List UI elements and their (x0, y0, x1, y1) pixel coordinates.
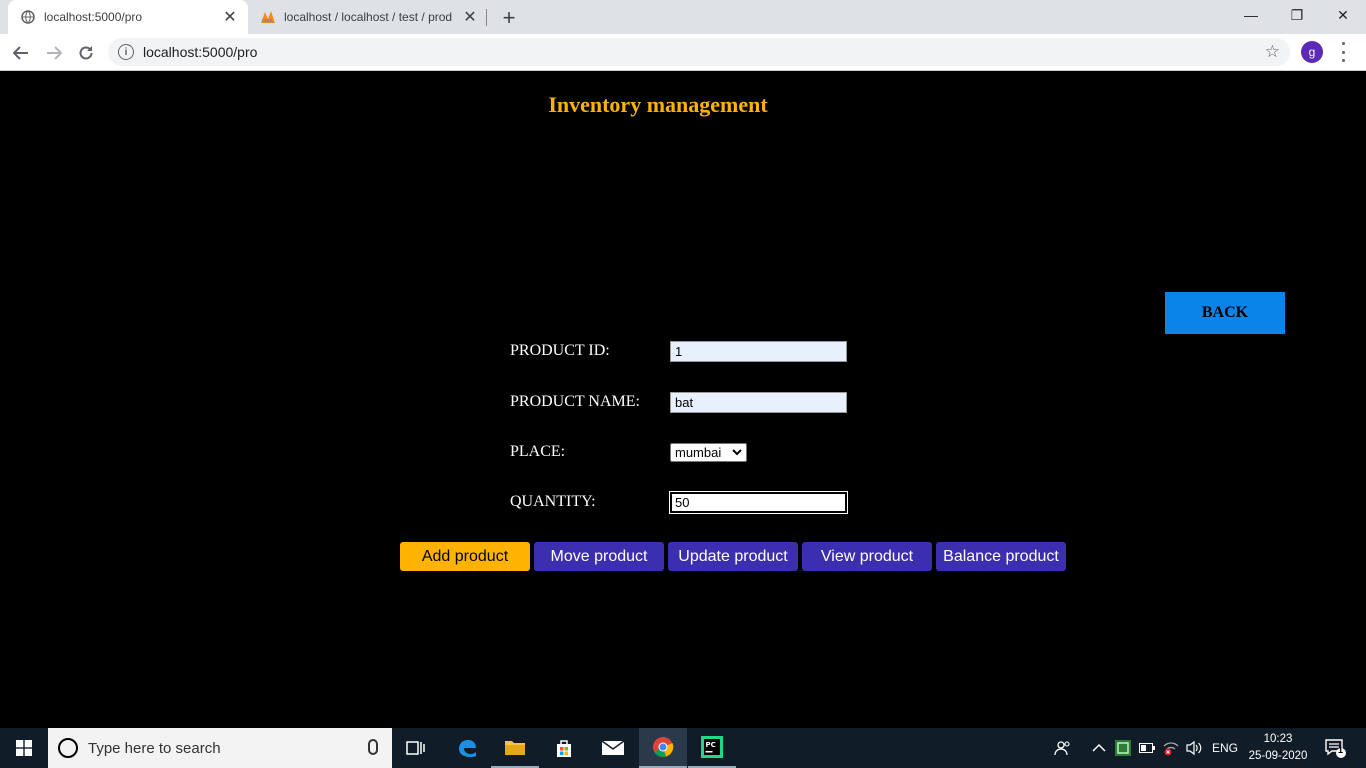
network-disconnected-icon[interactable] (1162, 728, 1180, 768)
mail-icon[interactable] (589, 728, 637, 768)
quantity-label: QUANTITY: (510, 493, 596, 510)
edge-icon[interactable] (443, 728, 491, 768)
clock[interactable]: 10:23 25-09-2020 (1246, 731, 1310, 765)
forward-arrow-icon[interactable] (40, 39, 68, 67)
tab-strip: localhost:5000/pro ✕ PMA localhost / loc… (0, 0, 1366, 34)
svg-text:PC: PC (706, 741, 716, 749)
battery-icon[interactable] (1139, 728, 1155, 768)
chevron-down-icon (732, 446, 742, 461)
close-window-icon[interactable]: ✕ (1320, 0, 1366, 30)
taskbar-search-input[interactable]: Type here to search (48, 728, 392, 768)
place-selected-value: mumbai (675, 445, 722, 460)
product-name-label: PRODUCT NAME: (510, 393, 640, 410)
back-button[interactable]: BACK (1165, 292, 1285, 334)
language-indicator[interactable]: ENG (1212, 728, 1238, 768)
tab-close-icon[interactable]: ✕ (220, 7, 240, 27)
product-id-input[interactable]: 1 (670, 341, 847, 362)
microphone-icon[interactable] (368, 739, 378, 755)
restore-icon[interactable]: ❐ (1274, 0, 1320, 30)
task-view-icon[interactable] (392, 728, 440, 768)
taskbar: Type here to search PC ENG 10:23 25-09-2… (0, 728, 1366, 768)
product-id-label: PRODUCT ID: (510, 342, 610, 359)
volume-icon[interactable] (1185, 728, 1203, 768)
tab-separator (486, 9, 487, 26)
profile-avatar[interactable]: g (1301, 41, 1323, 63)
phpmyadmin-icon: PMA (260, 9, 276, 25)
tab-phpmyadmin[interactable]: PMA localhost / localhost / test / prod … (248, 0, 488, 34)
info-icon[interactable]: i (118, 44, 134, 60)
svg-text:PMA: PMA (262, 19, 273, 24)
balance-product-button[interactable]: Balance product (936, 542, 1066, 571)
url-text: localhost:5000/pro (143, 44, 258, 60)
address-bar[interactable]: i localhost:5000/pro ☆ (108, 38, 1290, 66)
tab-localhost-pro[interactable]: localhost:5000/pro ✕ (8, 0, 248, 34)
chevron-up-icon[interactable] (1092, 728, 1106, 768)
globe-icon (20, 9, 36, 25)
pycharm-icon[interactable]: PC (688, 728, 736, 768)
product-name-input[interactable]: bat (670, 392, 847, 413)
windows-start-icon[interactable] (0, 728, 48, 768)
reload-icon[interactable] (72, 39, 100, 67)
store-icon[interactable] (540, 728, 588, 768)
tab-close-icon[interactable]: ✕ (460, 7, 480, 27)
tab-title: localhost / localhost / test / prod (284, 10, 453, 24)
chrome-icon[interactable] (639, 728, 687, 768)
browser-toolbar: i localhost:5000/pro ☆ g (0, 34, 1366, 71)
quantity-input[interactable]: 50 (669, 491, 848, 514)
page-title: Inventory management (548, 92, 768, 117)
minimize-icon[interactable]: — (1228, 0, 1274, 30)
page-content: Inventory management BACK PRODUCT ID: 1 … (0, 71, 1366, 728)
search-placeholder: Type here to search (88, 739, 221, 757)
menu-icon[interactable] (1338, 42, 1348, 62)
update-product-button[interactable]: Update product (668, 542, 798, 571)
back-arrow-icon[interactable] (7, 39, 35, 67)
file-explorer-icon[interactable] (491, 728, 539, 768)
tab-title: localhost:5000/pro (44, 10, 143, 24)
move-product-button[interactable]: Move product (534, 542, 664, 571)
clock-date: 25-09-2020 (1248, 750, 1308, 762)
place-label: PLACE: (510, 443, 566, 460)
add-product-button[interactable]: Add product (400, 542, 530, 571)
bookmark-star-icon[interactable]: ☆ (1265, 42, 1280, 62)
cortana-icon (58, 738, 78, 758)
people-icon[interactable] (1054, 728, 1072, 768)
notification-center-icon[interactable]: 1 (1324, 728, 1348, 768)
clock-time: 10:23 (1263, 733, 1293, 745)
place-select[interactable]: mumbai (670, 443, 747, 462)
gpu-app-icon[interactable] (1114, 728, 1132, 768)
new-tab-icon[interactable]: + (498, 5, 520, 30)
notification-count: 1 (1338, 745, 1344, 755)
view-product-button[interactable]: View product (802, 542, 932, 571)
